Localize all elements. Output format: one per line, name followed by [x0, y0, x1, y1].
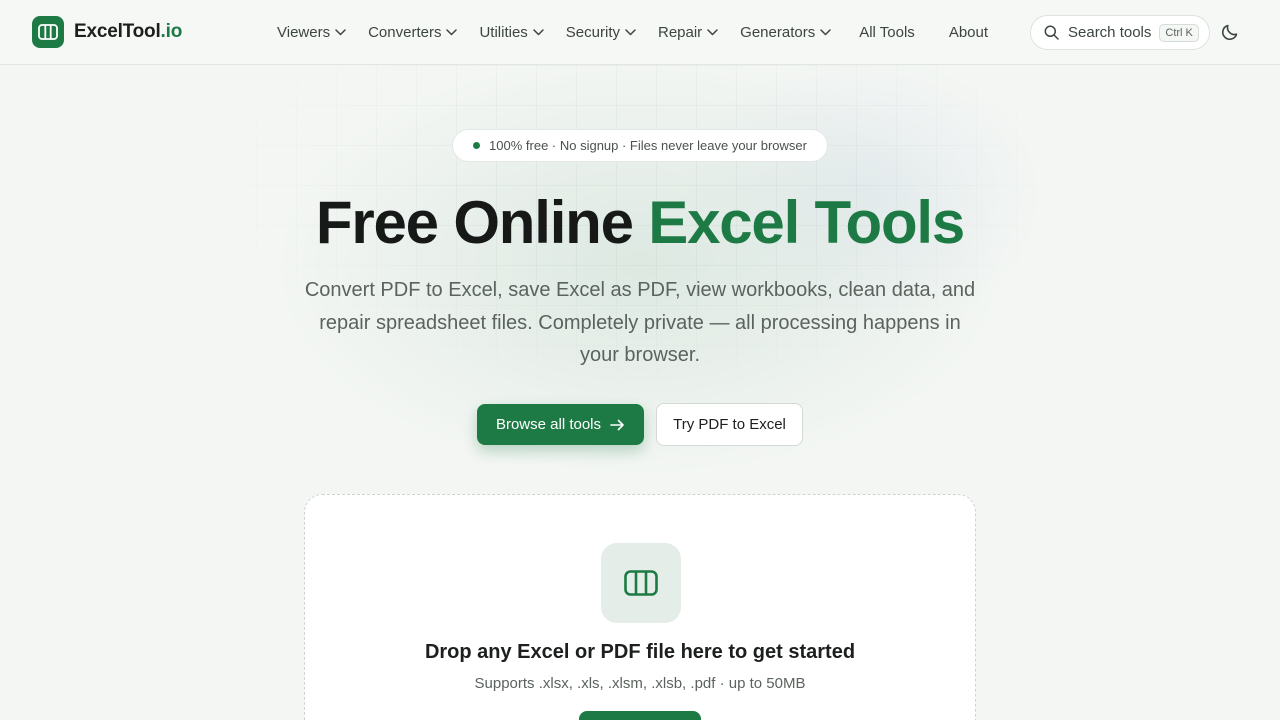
nav-item-all-tools[interactable]: All Tools	[842, 14, 932, 50]
hero-subtitle: Convert PDF to Excel, save Excel as PDF,…	[304, 279, 976, 366]
search-icon	[1044, 25, 1059, 40]
spreadsheet-columns-icon	[601, 543, 681, 623]
theme-toggle-button[interactable]	[1218, 20, 1242, 44]
moon-icon	[1221, 23, 1239, 41]
file-dropzone[interactable]: Drop any Excel or PDF file here to get s…	[304, 494, 976, 720]
nav-item-utilities[interactable]: Utilities	[468, 14, 554, 50]
main-nav: Viewers Converters Utilities Security Re…	[266, 0, 1005, 64]
search-button[interactable]: Search tools Ctrl K	[1030, 15, 1210, 50]
nav-item-viewers[interactable]: Viewers	[266, 14, 357, 50]
dropzone-title: Drop any Excel or PDF file here to get s…	[424, 641, 856, 663]
hero-badge-text: 100% free · No signup · Files never leav…	[489, 138, 807, 153]
choose-file-button[interactable]	[579, 711, 701, 720]
site-header: ExcelTool.io Viewers Converters Utilitie…	[0, 0, 1280, 65]
brand-name: ExcelTool.io	[74, 21, 183, 42]
browse-all-tools-label: Browse all tools	[495, 416, 602, 433]
chevron-down-icon	[335, 28, 346, 36]
nav-item-security[interactable]: Security	[555, 14, 647, 50]
chevron-down-icon	[446, 28, 458, 36]
dropzone-subtitle: Supports .xlsx, .xls, .xlsm, .xlsb, .pdf…	[474, 675, 806, 692]
nav-item-about[interactable]: About	[932, 14, 1005, 50]
try-pdf-to-excel-button[interactable]: Try PDF to Excel	[656, 403, 803, 446]
page-title: Free Online Excel Tools	[315, 189, 965, 256]
arrow-right-icon	[610, 419, 625, 431]
chevron-down-icon	[707, 28, 718, 36]
logo-columns-icon	[32, 16, 64, 48]
browse-all-tools-button[interactable]: Browse all tools	[477, 404, 644, 445]
nav-item-generators[interactable]: Generators	[729, 14, 842, 50]
status-dot	[473, 142, 481, 149]
hero-badge: 100% free · No signup · Files never leav…	[452, 129, 828, 162]
chevron-down-icon	[533, 28, 544, 36]
brand-logo[interactable]: ExcelTool.io	[32, 16, 182, 48]
chevron-down-icon	[625, 28, 636, 36]
chevron-down-icon	[820, 28, 831, 36]
nav-item-repair[interactable]: Repair	[647, 14, 729, 50]
try-pdf-to-excel-label: Try PDF to Excel	[673, 416, 786, 433]
search-label: Search tools	[1068, 24, 1152, 41]
search-shortcut-badge: Ctrl K	[1159, 23, 1199, 42]
nav-item-converters[interactable]: Converters	[357, 14, 468, 50]
